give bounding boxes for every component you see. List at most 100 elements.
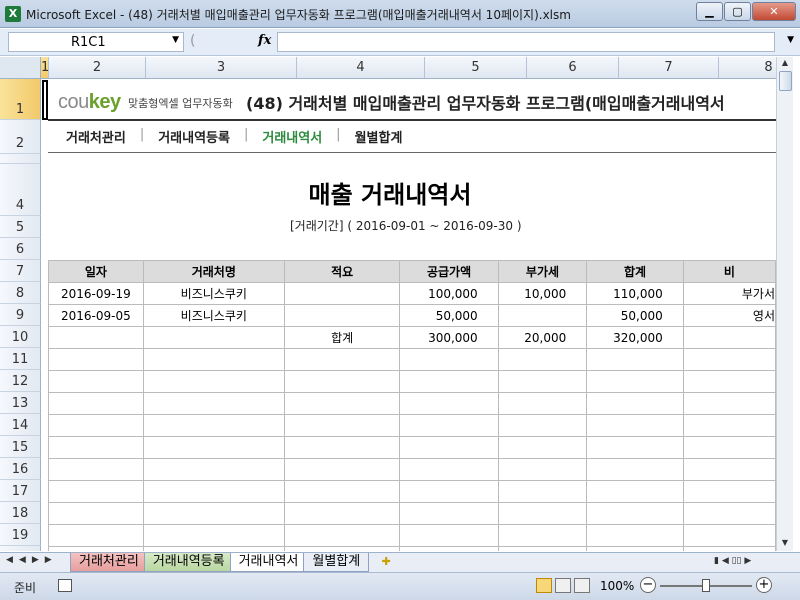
page-layout-view-icon[interactable] <box>555 578 571 593</box>
table-cell[interactable] <box>586 502 684 525</box>
table-cell[interactable]: 50,000 <box>586 304 684 327</box>
nav-link-monthly-total[interactable]: 월별합계 <box>355 127 403 146</box>
table-cell[interactable] <box>48 370 144 393</box>
close-button[interactable]: ✕ <box>752 2 796 21</box>
table-cell[interactable] <box>142 480 285 503</box>
total-supply-cell[interactable]: 300,000 <box>399 326 499 349</box>
zoom-level[interactable]: 100% <box>600 579 634 593</box>
row-header[interactable]: 15 <box>0 436 41 458</box>
table-cell[interactable]: 비즈니스쿠키 <box>142 282 285 305</box>
worksheet-grid[interactable]: 1 2 3 4 5 6 7 8 1 2 4 5 6 7 8 9 10 11 12… <box>0 57 776 551</box>
table-cell[interactable] <box>497 436 588 459</box>
table-cell[interactable] <box>283 348 401 371</box>
table-cell[interactable]: 100,000 <box>399 282 499 305</box>
zoom-slider[interactable] <box>660 579 752 592</box>
table-cell[interactable] <box>497 458 588 481</box>
zoom-in-icon[interactable]: + <box>756 577 772 593</box>
minimize-button[interactable]: ▁ <box>696 2 723 21</box>
table-cell[interactable] <box>682 458 776 481</box>
row-header[interactable]: 17 <box>0 480 41 502</box>
table-cell[interactable]: 비즈니스쿠키 <box>142 304 285 327</box>
row-header[interactable]: 19 <box>0 524 41 546</box>
row-header[interactable]: 6 <box>0 238 41 260</box>
header-note[interactable]: 비 <box>682 260 776 283</box>
chevron-down-icon[interactable]: ▼ <box>172 35 179 45</box>
zoom-slider-thumb[interactable] <box>702 579 710 592</box>
normal-view-icon[interactable] <box>536 578 552 593</box>
row-header[interactable]: 11 <box>0 348 41 370</box>
table-cell[interactable] <box>586 414 684 437</box>
table-cell[interactable] <box>497 392 588 415</box>
row-header[interactable]: 14 <box>0 414 41 436</box>
column-header[interactable]: 5 <box>425 57 527 79</box>
table-cell[interactable] <box>48 524 144 547</box>
table-cell[interactable] <box>283 414 401 437</box>
table-cell[interactable] <box>142 326 285 349</box>
header-total[interactable]: 합계 <box>586 260 684 283</box>
table-cell[interactable] <box>399 524 499 547</box>
table-cell[interactable] <box>497 348 588 371</box>
row-header[interactable]: 18 <box>0 502 41 524</box>
table-cell[interactable] <box>142 436 285 459</box>
table-cell[interactable] <box>48 458 144 481</box>
row-header[interactable]: 8 <box>0 282 41 304</box>
table-cell[interactable] <box>682 436 776 459</box>
expand-formula-chevron-icon[interactable]: ▼ <box>787 35 794 45</box>
table-cell[interactable]: 부가서 <box>682 282 776 305</box>
excel-app-icon[interactable]: X <box>5 6 21 22</box>
table-cell[interactable] <box>399 502 499 525</box>
table-cell[interactable] <box>283 436 401 459</box>
name-box[interactable]: R1C1 ▼ <box>8 32 184 52</box>
row-header[interactable]: 1 <box>0 79 41 120</box>
table-cell[interactable] <box>586 546 684 551</box>
table-cell[interactable] <box>399 348 499 371</box>
table-cell[interactable]: 2016-09-05 <box>48 304 144 327</box>
macro-record-icon[interactable] <box>58 579 72 592</box>
table-cell[interactable] <box>142 546 285 551</box>
sheet-tab-transaction-statement[interactable]: 거래내역서 <box>229 553 308 572</box>
row-header[interactable]: 20 <box>0 546 41 551</box>
scroll-up-icon[interactable]: ▲ <box>777 58 793 70</box>
table-cell[interactable] <box>283 524 401 547</box>
column-header[interactable]: 6 <box>527 57 619 79</box>
row-header[interactable]: 4 <box>0 164 41 216</box>
column-header[interactable]: 7 <box>619 57 719 79</box>
table-cell[interactable]: 110,000 <box>586 282 684 305</box>
table-cell[interactable] <box>48 326 144 349</box>
table-cell[interactable] <box>497 304 588 327</box>
table-cell[interactable] <box>682 480 776 503</box>
table-cell[interactable] <box>283 370 401 393</box>
table-cell[interactable] <box>48 502 144 525</box>
table-cell[interactable] <box>283 480 401 503</box>
table-cell[interactable]: 10,000 <box>497 282 588 305</box>
header-supply-amount[interactable]: 공급가액 <box>399 260 499 283</box>
table-cell[interactable] <box>586 436 684 459</box>
row-header[interactable]: 13 <box>0 392 41 414</box>
sheet-tab-client-management[interactable]: 거래처관리 <box>70 553 148 572</box>
scroll-down-icon[interactable]: ▼ <box>777 538 793 550</box>
table-cell[interactable] <box>682 524 776 547</box>
table-cell[interactable] <box>283 304 401 327</box>
table-cell[interactable] <box>142 348 285 371</box>
table-cell[interactable] <box>586 524 684 547</box>
column-header[interactable]: 3 <box>146 57 297 79</box>
table-cell[interactable] <box>48 480 144 503</box>
row-header[interactable]: 7 <box>0 260 41 282</box>
table-cell[interactable] <box>497 480 588 503</box>
table-cell[interactable] <box>497 524 588 547</box>
table-cell[interactable] <box>497 502 588 525</box>
page-break-view-icon[interactable] <box>574 578 590 593</box>
table-cell[interactable] <box>142 524 285 547</box>
sheet-tab-transaction-entry[interactable]: 거래내역등록 <box>143 553 234 572</box>
row-header[interactable]: 12 <box>0 370 41 392</box>
scroll-thumb[interactable] <box>779 71 792 91</box>
table-cell[interactable]: 영서 <box>682 304 776 327</box>
table-cell[interactable]: 50,000 <box>399 304 499 327</box>
row-header[interactable]: 10 <box>0 326 41 348</box>
table-cell[interactable] <box>48 348 144 371</box>
table-cell[interactable] <box>142 458 285 481</box>
table-cell[interactable]: 2016-09-19 <box>48 282 144 305</box>
table-cell[interactable] <box>497 546 588 551</box>
column-header[interactable]: 1 <box>41 57 49 79</box>
table-cell[interactable] <box>399 414 499 437</box>
